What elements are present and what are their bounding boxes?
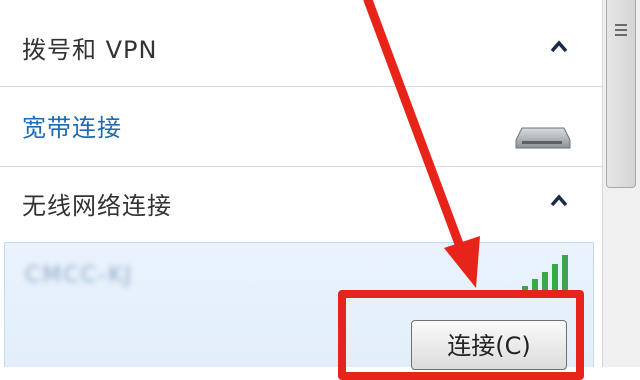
chevron-up-icon[interactable]	[548, 38, 570, 56]
section-title-dialup-vpn: 拨号和 VPN	[22, 36, 158, 64]
network-list-panel: 拨号和 VPN 宽带连接 无线网络连接 CMCC-KJ 连接(C)	[0, 0, 602, 370]
divider	[0, 86, 602, 87]
grip-icon	[615, 24, 627, 36]
scrollbar-thumb[interactable]	[606, 0, 636, 188]
wifi-signal-icon	[522, 255, 568, 294]
network-drive-icon	[515, 127, 571, 149]
section-title-wireless: 无线网络连接	[22, 192, 172, 220]
scrollbar[interactable]	[602, 0, 640, 367]
broadband-connection-link[interactable]: 宽带连接	[22, 108, 122, 143]
chevron-up-icon[interactable]	[548, 192, 570, 210]
connect-button[interactable]: 连接(C)	[411, 320, 567, 370]
wifi-network-name: CMCC-KJ	[25, 263, 133, 288]
divider	[0, 166, 602, 167]
